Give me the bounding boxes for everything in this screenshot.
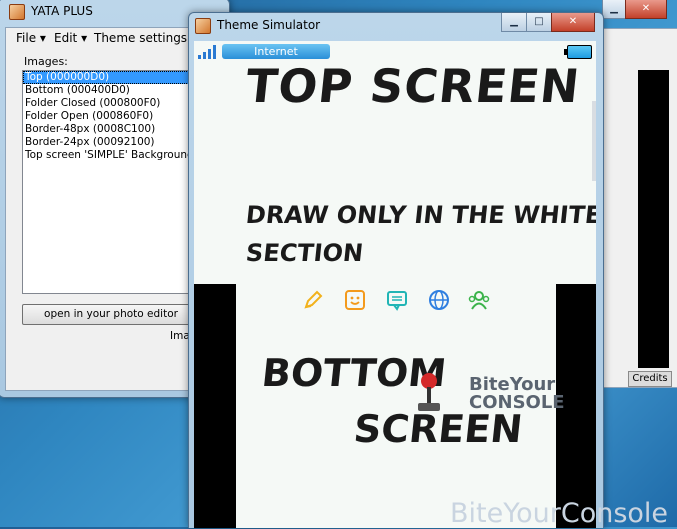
scrollbar[interactable] xyxy=(592,101,596,181)
instruction-line-2: SECTION xyxy=(244,239,365,267)
close-button[interactable]: ✕ xyxy=(551,13,595,32)
battery-icon xyxy=(564,45,592,59)
menu-file[interactable]: File ▾ xyxy=(16,31,46,45)
maximize-button[interactable]: □ xyxy=(526,13,552,32)
chevron-down-icon: ▾ xyxy=(81,31,88,45)
signal-icon xyxy=(198,45,218,59)
app-icon xyxy=(9,4,25,20)
background-window-titlebar: ▁ ✕ xyxy=(600,0,677,20)
list-item[interactable]: Border-48px (0008C100) xyxy=(23,123,199,136)
desktop-watermark: BiteYourConsole xyxy=(450,498,669,529)
list-item[interactable]: Top (000000D0) xyxy=(23,71,199,84)
images-label: Images: xyxy=(24,55,68,68)
window-title: YATA PLUS xyxy=(31,4,93,18)
screen-label: SCREEN xyxy=(351,407,525,451)
chat-icon[interactable] xyxy=(386,289,408,311)
instruction-line-1: DRAW ONLY IN THE WHITE xyxy=(244,201,596,229)
internet-status-badge: Internet xyxy=(222,44,330,59)
list-item[interactable]: Border-24px (00092100) xyxy=(23,136,199,149)
app-icon xyxy=(195,18,211,34)
background-black-panel xyxy=(638,70,669,368)
images-listbox[interactable]: Top (000000D0) Bottom (000400D0) Folder … xyxy=(22,70,200,294)
window-title: Theme Simulator xyxy=(217,18,321,32)
menu-theme-settings[interactable]: Theme settings xyxy=(94,31,187,45)
simulator-titlebar[interactable]: Theme Simulator ▁ □ ✕ xyxy=(189,13,603,39)
top-screen-label: TOP SCREEN xyxy=(243,59,583,113)
globe-icon[interactable] xyxy=(428,289,450,311)
list-item[interactable]: Top screen 'SIMPLE' Background xyxy=(23,149,199,162)
friends-icon[interactable] xyxy=(468,289,490,311)
simulator-screen: Internet TOP SCREEN DRAW ONLY IN THE WHI… xyxy=(194,41,596,528)
list-item[interactable]: Bottom (000400D0) xyxy=(23,84,199,97)
list-item[interactable]: Folder Open (000860F0) xyxy=(23,110,199,123)
minimize-button[interactable]: ▁ xyxy=(602,0,626,19)
theme-simulator-window: Theme Simulator ▁ □ ✕ Internet TOP SCREE… xyxy=(188,12,604,528)
list-item[interactable]: Folder Closed (000800F0) xyxy=(23,97,199,110)
chevron-down-icon: ▾ xyxy=(39,31,46,45)
open-in-photo-editor-button[interactable]: open in your photo editor xyxy=(22,304,200,325)
partial-label: Ima xyxy=(170,330,190,342)
bottom-left-border xyxy=(194,284,236,528)
smiley-icon[interactable] xyxy=(344,289,366,311)
pencil-icon[interactable] xyxy=(302,289,324,311)
credits-button[interactable]: Credits xyxy=(628,371,672,387)
close-button[interactable]: ✕ xyxy=(625,0,667,19)
minimize-button[interactable]: ▁ xyxy=(501,13,527,32)
menu-edit[interactable]: Edit ▾ xyxy=(54,31,87,45)
